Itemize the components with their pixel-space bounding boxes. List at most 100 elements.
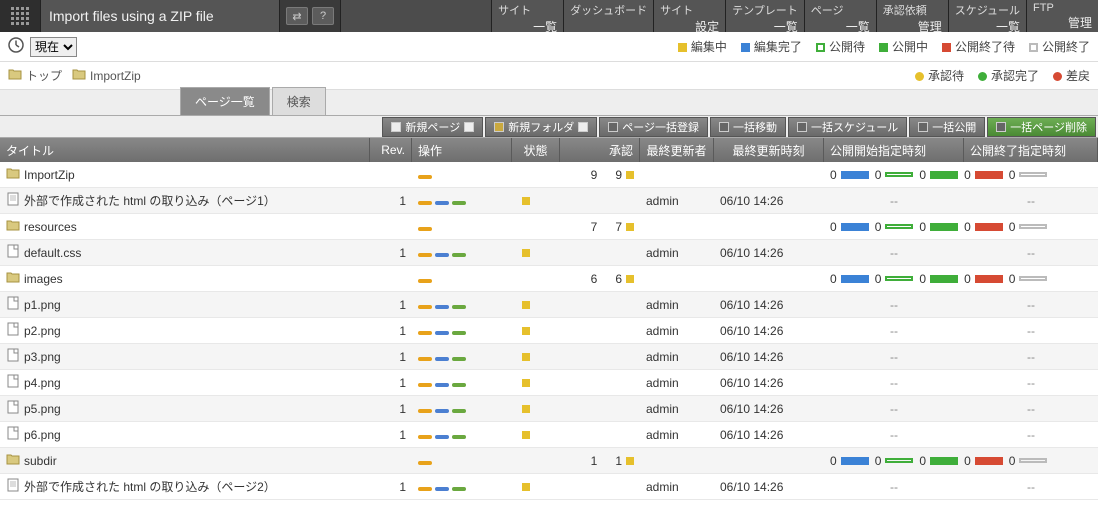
toolbar-button[interactable]: 一括ページ削除 bbox=[987, 117, 1096, 137]
doc-icon bbox=[464, 122, 474, 132]
row-rev: 1 bbox=[370, 402, 412, 416]
top-menu-7[interactable]: FTP管理 bbox=[1026, 0, 1098, 32]
row-ops[interactable] bbox=[412, 480, 512, 494]
row-ops[interactable] bbox=[412, 194, 512, 208]
col-time[interactable]: 最終更新時刻 bbox=[714, 138, 824, 162]
table-row[interactable]: subdir1100000 bbox=[0, 448, 1098, 474]
menu-title: ダッシュボード bbox=[570, 2, 647, 18]
row-ops[interactable] bbox=[412, 454, 512, 468]
top-menu-1[interactable]: ダッシュボード bbox=[563, 0, 653, 32]
row-time: 06/10 14:26 bbox=[714, 480, 824, 494]
row-ops[interactable] bbox=[412, 376, 512, 390]
row-ops[interactable] bbox=[412, 428, 512, 442]
table-row[interactable]: ImportZip9900000 bbox=[0, 162, 1098, 188]
doc-icon bbox=[578, 122, 588, 132]
row-name: ImportZip bbox=[24, 168, 75, 182]
row-user: admin bbox=[640, 324, 714, 338]
table-row[interactable]: images6600000 bbox=[0, 266, 1098, 292]
row-status bbox=[512, 376, 560, 390]
row-ops[interactable] bbox=[412, 298, 512, 312]
table-row[interactable]: p4.png1admin06/10 14:26---- bbox=[0, 370, 1098, 396]
table-row[interactable]: resources7700000 bbox=[0, 214, 1098, 240]
table-body: ImportZip9900000外部で作成された html の取り込み（ページ1… bbox=[0, 162, 1098, 500]
table-row[interactable]: 外部で作成された html の取り込み（ページ2）1admin06/10 14:… bbox=[0, 474, 1098, 500]
col-user[interactable]: 最終更新者 bbox=[640, 138, 714, 162]
table-row[interactable]: p1.png1admin06/10 14:26---- bbox=[0, 292, 1098, 318]
table-row[interactable]: p6.png1admin06/10 14:26---- bbox=[0, 422, 1098, 448]
row-start: -- bbox=[824, 376, 964, 390]
top-menu-5[interactable]: 承認依頼管理 bbox=[876, 0, 948, 32]
row-name: p4.png bbox=[24, 376, 61, 390]
col-end[interactable]: 公開終了指定時刻 bbox=[964, 138, 1098, 162]
toolbar-button[interactable]: 一括移動 bbox=[710, 117, 786, 137]
breadcrumb-item[interactable]: トップ bbox=[8, 67, 62, 84]
legend-item: 公開待 bbox=[816, 38, 865, 55]
help-icon[interactable]: ? bbox=[312, 7, 334, 25]
row-status bbox=[512, 324, 560, 338]
table-row[interactable]: default.css1admin06/10 14:26---- bbox=[0, 240, 1098, 266]
col-start[interactable]: 公開開始指定時刻 bbox=[824, 138, 964, 162]
swap-icon[interactable]: ⇄ bbox=[286, 7, 308, 25]
row-name: resources bbox=[24, 220, 77, 234]
breadcrumb-item[interactable]: ImportZip bbox=[72, 67, 141, 84]
col-rev[interactable]: Rev. bbox=[370, 138, 412, 162]
menu-sub: 管理 bbox=[883, 18, 942, 35]
toolbar-button[interactable]: ページ一括登録 bbox=[599, 117, 708, 137]
tab-row: ページ一覧検索 bbox=[0, 90, 1098, 116]
row-start: -- bbox=[824, 480, 964, 494]
row-ops[interactable] bbox=[412, 324, 512, 338]
row-user: admin bbox=[640, 194, 714, 208]
topbar-spacer bbox=[341, 0, 491, 32]
row-end: -- bbox=[964, 480, 1098, 494]
row-start: -- bbox=[824, 428, 964, 442]
row-ops[interactable] bbox=[412, 272, 512, 286]
row-ops[interactable] bbox=[412, 168, 512, 182]
row-start: -- bbox=[824, 350, 964, 364]
top-menu-6[interactable]: スケジュール一覧 bbox=[948, 0, 1026, 32]
legend-item: 編集中 bbox=[678, 38, 727, 55]
row-rev: 1 bbox=[370, 246, 412, 260]
col-appr[interactable]: 承認 bbox=[560, 138, 640, 162]
top-menus: サイト一覧ダッシュボードサイト設定テンプレート一覧ページ一覧承認依頼管理スケジュ… bbox=[491, 0, 1098, 32]
tab[interactable]: 検索 bbox=[272, 87, 326, 115]
row-name: subdir bbox=[24, 454, 57, 468]
row-name: p2.png bbox=[24, 324, 61, 338]
top-menu-0[interactable]: サイト一覧 bbox=[491, 0, 563, 32]
row-ops[interactable] bbox=[412, 402, 512, 416]
col-ops[interactable]: 操作 bbox=[412, 138, 512, 162]
row-name: p6.png bbox=[24, 428, 61, 442]
top-menu-4[interactable]: ページ一覧 bbox=[804, 0, 876, 32]
top-menu-3[interactable]: テンプレート一覧 bbox=[725, 0, 804, 32]
toolbar-button[interactable]: 一括公開 bbox=[909, 117, 985, 137]
col-title[interactable]: タイトル bbox=[0, 138, 370, 162]
row-time: 06/10 14:26 bbox=[714, 246, 824, 260]
app-logo bbox=[0, 0, 40, 32]
top-menu-2[interactable]: サイト設定 bbox=[653, 0, 725, 32]
tab[interactable]: ページ一覧 bbox=[180, 87, 270, 115]
approval-legend: 承認待承認完了差戻 bbox=[915, 67, 1090, 84]
row-rev: 1 bbox=[370, 324, 412, 338]
row-user: admin bbox=[640, 350, 714, 364]
row-approval: 66 bbox=[560, 272, 640, 286]
toolbar-button[interactable]: 新規フォルダ bbox=[485, 117, 597, 137]
page-icon bbox=[6, 478, 20, 495]
table-row[interactable]: p2.png1admin06/10 14:26---- bbox=[0, 318, 1098, 344]
row-name: p5.png bbox=[24, 402, 61, 416]
menu-sub: 設定 bbox=[660, 18, 719, 35]
table-row[interactable]: p5.png1admin06/10 14:26---- bbox=[0, 396, 1098, 422]
col-stat[interactable]: 状態 bbox=[512, 138, 560, 162]
time-select[interactable]: 現在 bbox=[30, 37, 77, 57]
table-row[interactable]: p3.png1admin06/10 14:26---- bbox=[0, 344, 1098, 370]
table-row[interactable]: 外部で作成された html の取り込み（ページ1）1admin06/10 14:… bbox=[0, 188, 1098, 214]
row-approval: 11 bbox=[560, 454, 640, 468]
menu-title: サイト bbox=[660, 2, 719, 18]
topbar-icon-buttons: ⇄ ? bbox=[280, 0, 341, 32]
row-rev: 1 bbox=[370, 428, 412, 442]
row-status bbox=[512, 428, 560, 442]
row-ops[interactable] bbox=[412, 350, 512, 364]
row-ops[interactable] bbox=[412, 220, 512, 234]
toolbar-button[interactable]: 新規ページ bbox=[382, 117, 483, 137]
row-ops[interactable] bbox=[412, 246, 512, 260]
legend-item: 公開中 bbox=[879, 38, 928, 55]
toolbar-button[interactable]: 一括スケジュール bbox=[788, 117, 907, 137]
